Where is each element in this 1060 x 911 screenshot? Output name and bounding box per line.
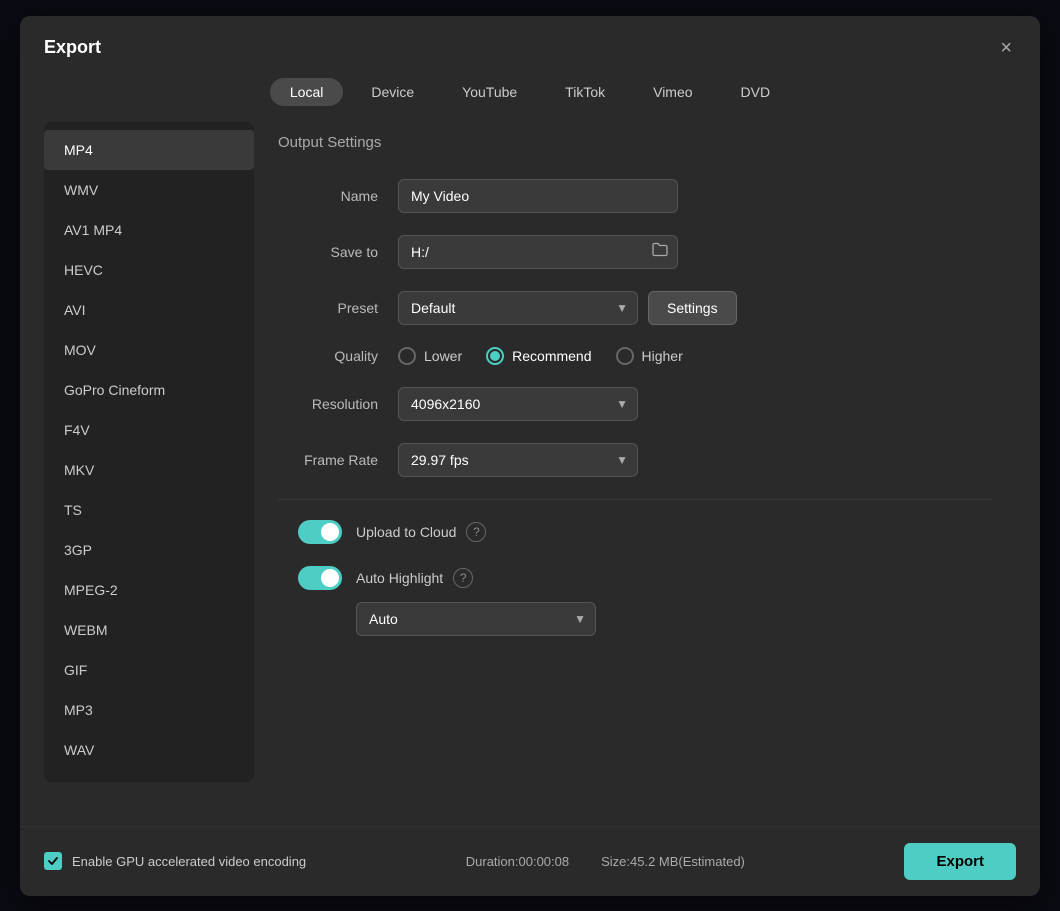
footer-center: Duration:00:00:08 Size:45.2 MB(Estimated… bbox=[466, 854, 745, 869]
frame-rate-label: Frame Rate bbox=[278, 452, 378, 468]
name-label: Name bbox=[278, 188, 378, 204]
upload-cloud-help-icon[interactable]: ? bbox=[466, 522, 486, 542]
format-mp3[interactable]: MP3 bbox=[44, 690, 254, 730]
preset-row: Preset Default Custom ▼ Settings bbox=[278, 291, 992, 325]
auto-select-wrap: Auto Manual ▼ bbox=[356, 602, 992, 636]
quality-recommend-option[interactable]: Recommend bbox=[486, 347, 591, 365]
preset-select[interactable]: Default Custom bbox=[398, 291, 638, 325]
footer-left: Enable GPU accelerated video encoding bbox=[44, 852, 306, 870]
upload-cloud-knob bbox=[321, 523, 339, 541]
folder-icon[interactable] bbox=[652, 242, 668, 261]
frame-rate-select-wrap: 29.97 fps 25 fps 24 fps 60 fps ▼ bbox=[398, 443, 638, 477]
format-mov[interactable]: MOV bbox=[44, 330, 254, 370]
resolution-label: Resolution bbox=[278, 396, 378, 412]
format-wmv[interactable]: WMV bbox=[44, 170, 254, 210]
output-settings-title: Output Settings bbox=[278, 134, 992, 151]
name-row: Name bbox=[278, 179, 992, 213]
quality-lower-option[interactable]: Lower bbox=[398, 347, 462, 365]
quality-lower-label: Lower bbox=[424, 348, 462, 364]
auto-highlight-label: Auto Highlight bbox=[356, 570, 443, 586]
upload-cloud-label: Upload to Cloud bbox=[356, 524, 456, 540]
save-to-label: Save to bbox=[278, 244, 378, 260]
format-av1mp4[interactable]: AV1 MP4 bbox=[44, 210, 254, 250]
frame-rate-row: Frame Rate 29.97 fps 25 fps 24 fps 60 fp… bbox=[278, 443, 992, 477]
quality-higher-radio[interactable] bbox=[616, 347, 634, 365]
format-mpeg2[interactable]: MPEG-2 bbox=[44, 570, 254, 610]
tab-device[interactable]: Device bbox=[351, 78, 434, 106]
tab-bar: Local Device YouTube TikTok Vimeo DVD bbox=[20, 62, 1040, 122]
path-input-wrap bbox=[398, 235, 678, 269]
quality-radio-group: Lower Recommend Higher bbox=[398, 347, 683, 365]
quality-higher-label: Higher bbox=[642, 348, 683, 364]
upload-cloud-toggle[interactable] bbox=[298, 520, 342, 544]
upload-cloud-row: Upload to Cloud ? bbox=[278, 520, 992, 544]
format-avi[interactable]: AVI bbox=[44, 290, 254, 330]
format-wav[interactable]: WAV bbox=[44, 730, 254, 770]
dialog-header: Export × bbox=[20, 16, 1040, 62]
export-button[interactable]: Export bbox=[904, 843, 1016, 880]
tab-tiktok[interactable]: TikTok bbox=[545, 78, 625, 106]
auto-highlight-knob bbox=[321, 569, 339, 587]
format-hevc[interactable]: HEVC bbox=[44, 250, 254, 290]
resolution-select-wrap: 4096x2160 1920x1080 1280x720 ▼ bbox=[398, 387, 638, 421]
save-to-row: Save to bbox=[278, 235, 992, 269]
gpu-label: Enable GPU accelerated video encoding bbox=[72, 854, 306, 869]
format-f4v[interactable]: F4V bbox=[44, 410, 254, 450]
tab-vimeo[interactable]: Vimeo bbox=[633, 78, 712, 106]
auto-highlight-help-icon[interactable]: ? bbox=[453, 568, 473, 588]
preset-label: Preset bbox=[278, 300, 378, 316]
dialog-body: MP4 WMV AV1 MP4 HEVC AVI MOV GoPro Cinef… bbox=[20, 122, 1040, 826]
format-3gp[interactable]: 3GP bbox=[44, 530, 254, 570]
auto-select[interactable]: Auto Manual bbox=[356, 602, 596, 636]
format-gopro[interactable]: GoPro Cineform bbox=[44, 370, 254, 410]
quality-higher-option[interactable]: Higher bbox=[616, 347, 683, 365]
name-input[interactable] bbox=[398, 179, 678, 213]
duration-label: Duration:00:00:08 bbox=[466, 854, 569, 869]
format-mp4[interactable]: MP4 bbox=[44, 130, 254, 170]
quality-lower-radio[interactable] bbox=[398, 347, 416, 365]
close-button[interactable]: × bbox=[996, 34, 1016, 62]
dialog-footer: Enable GPU accelerated video encoding Du… bbox=[20, 826, 1040, 896]
settings-panel: Output Settings Name Save to bbox=[254, 122, 1016, 826]
gpu-checkbox[interactable] bbox=[44, 852, 62, 870]
quality-row: Quality Lower Recommend Higher bbox=[278, 347, 992, 365]
settings-button[interactable]: Settings bbox=[648, 291, 737, 325]
preset-select-wrap: Default Custom ▼ bbox=[398, 291, 638, 325]
format-webm[interactable]: WEBM bbox=[44, 610, 254, 650]
quality-recommend-radio[interactable] bbox=[486, 347, 504, 365]
path-input[interactable] bbox=[398, 235, 678, 269]
format-mkv[interactable]: MKV bbox=[44, 450, 254, 490]
quality-label: Quality bbox=[278, 348, 378, 364]
resolution-row: Resolution 4096x2160 1920x1080 1280x720 … bbox=[278, 387, 992, 421]
tab-dvd[interactable]: DVD bbox=[721, 78, 791, 106]
format-gif[interactable]: GIF bbox=[44, 650, 254, 690]
size-label: Size:45.2 MB(Estimated) bbox=[601, 854, 745, 869]
tab-youtube[interactable]: YouTube bbox=[442, 78, 537, 106]
quality-recommend-label: Recommend bbox=[512, 348, 591, 364]
frame-rate-select[interactable]: 29.97 fps 25 fps 24 fps 60 fps bbox=[398, 443, 638, 477]
format-list: MP4 WMV AV1 MP4 HEVC AVI MOV GoPro Cinef… bbox=[44, 122, 254, 782]
auto-select-field-wrap: Auto Manual ▼ bbox=[356, 602, 596, 636]
auto-highlight-toggle[interactable] bbox=[298, 566, 342, 590]
divider bbox=[278, 499, 992, 500]
tab-local[interactable]: Local bbox=[270, 78, 343, 106]
export-dialog: Export × Local Device YouTube TikTok Vim… bbox=[20, 16, 1040, 896]
dialog-title: Export bbox=[44, 37, 101, 58]
auto-highlight-row: Auto Highlight ? bbox=[278, 566, 992, 590]
format-ts[interactable]: TS bbox=[44, 490, 254, 530]
resolution-select[interactable]: 4096x2160 1920x1080 1280x720 bbox=[398, 387, 638, 421]
